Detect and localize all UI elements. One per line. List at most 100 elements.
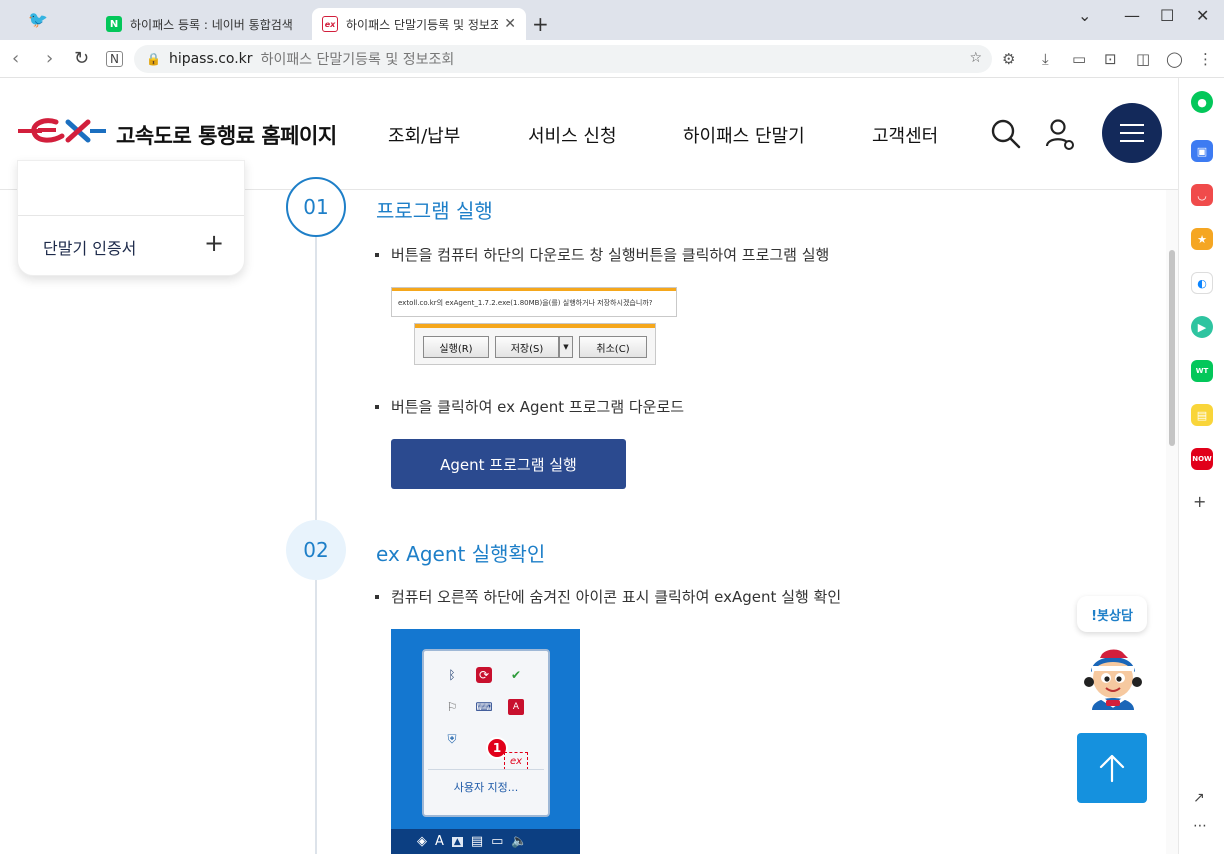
nav-inquiry-payment[interactable]: 조회/납부 (388, 122, 460, 148)
memo-icon[interactable]: ▤ (1191, 404, 1213, 426)
new-tab-icon[interactable]: + (532, 12, 549, 36)
dialog-run-button: 실행(R) (423, 336, 489, 358)
tab-naver-search[interactable]: N 하이패스 등록 : 네이버 통합검색 (96, 8, 308, 40)
download-prompt-text: extoll.co.kr의 exAgent_1.7.2.exe(1.80MB)을… (398, 299, 653, 307)
monitor-icon: ▭ (491, 834, 504, 849)
chatbot-mascot-icon[interactable] (1078, 644, 1148, 714)
address-bar[interactable]: 🔒 hipass.co.kr 하이패스 단말기등록 및 정보조회 ☆ (134, 45, 992, 73)
more-dots-icon[interactable]: ⋯ (1193, 818, 1207, 834)
browser-profile-icon[interactable]: 🐦 (28, 10, 48, 29)
dialog-dropdown-arrow-icon: ▼ (559, 336, 573, 358)
browser-side-panel: ● ▣ ◡ ★ ◐ ▶ WT ▤ NOW + ↗ ⋯ (1178, 78, 1224, 854)
naver-home-icon[interactable]: N (106, 51, 123, 67)
address-page-title: 하이패스 단말기등록 및 정보조회 (260, 52, 455, 68)
user-login-icon[interactable] (1044, 118, 1076, 152)
step-description-text: 버튼을 컴퓨터 하단의 다운로드 창 실행버튼을 클릭하여 프로그램 실행 (391, 246, 830, 264)
flag-icon: ⚐ (446, 700, 458, 714)
lock-icon[interactable]: 🔒 (146, 52, 161, 66)
tab-label: 하이패스 등록 : 네이버 통합검색 (130, 17, 293, 32)
naver-green-dot-icon[interactable]: ● (1191, 91, 1213, 113)
extensions-puzzle-icon[interactable]: ⚙ (1002, 50, 1015, 68)
font-icon: A (435, 834, 444, 849)
back-arrow-icon[interactable]: ‹ (12, 48, 19, 69)
naver-favicon-icon: N (106, 16, 122, 32)
show-hidden-icons-arrow-icon: ▲ (451, 836, 463, 847)
scroll-to-top-button[interactable] (1077, 733, 1147, 803)
pdf-icon: A (508, 699, 524, 715)
ex-agent-tray-icon: ex (504, 752, 528, 770)
scrollbar-thumb[interactable] (1169, 250, 1175, 446)
ex-favicon-icon: ex (322, 16, 338, 32)
app-red-icon: ⟳ (476, 667, 492, 683)
step-description-text: 컴퓨터 오른쪽 하단에 숨겨진 아이콘 표시 클릭하여 exAgent 실행 확… (391, 588, 842, 606)
download-dialog-image: extoll.co.kr의 exAgent_1.7.2.exe(1.80MB)을… (391, 287, 677, 365)
tray-separator (428, 769, 544, 770)
step-description: 버튼을 컴퓨터 하단의 다운로드 창 실행버튼을 클릭하여 프로그램 실행 (375, 244, 829, 265)
side-nav-divider (18, 215, 244, 216)
browser-tab-bar: 🐦 N 하이패스 등록 : 네이버 통합검색 ex 하이패스 단말기등록 및 정… (0, 0, 1224, 40)
bluetooth-icon: ᛒ (448, 668, 456, 682)
site-name[interactable]: 고속도로 통행료 홈페이지 (116, 120, 337, 150)
bookmark-star-icon[interactable]: ☆ (969, 50, 982, 66)
download-prompt-bar: extoll.co.kr의 exAgent_1.7.2.exe(1.80MB)을… (391, 287, 677, 317)
side-nav-card: 단말기 인증서 + (17, 160, 245, 276)
step-description: 컴퓨터 오른쪽 하단에 숨겨진 아이콘 표시 클릭하여 exAgent 실행 확… (375, 586, 841, 607)
step-title: 프로그램 실행 (376, 199, 493, 223)
tray-overflow-popup: ᛒ ⟳ ✔ ⚐ ⌨ A ⛨ 1 ex 사용자 지정... (422, 649, 550, 817)
video-icon[interactable]: ▭ (1072, 50, 1086, 68)
webtoon-icon[interactable]: WT (1191, 360, 1213, 382)
briefcase-icon[interactable]: ▣ (1191, 140, 1213, 162)
tab-search-chevron-down-icon[interactable]: ⌄ (1078, 6, 1091, 25)
more-menu-icon[interactable]: ⋮ (1198, 50, 1213, 68)
reload-icon[interactable]: ↻ (74, 48, 89, 69)
search-icon[interactable] (990, 118, 1022, 150)
dialog-save-button: 저장(S) (495, 336, 559, 358)
now-icon[interactable]: NOW (1191, 448, 1213, 470)
hamburger-menu-button[interactable] (1102, 103, 1162, 163)
step-description: 버튼을 클릭하여 ex Agent 프로그램 다운로드 (375, 396, 684, 417)
screenshot-icon[interactable]: ⊡ (1104, 50, 1117, 68)
tab-label: 하이패스 단말기등록 및 정보조회 (346, 17, 499, 32)
nav-hipass-terminal[interactable]: 하이패스 단말기 (683, 122, 805, 148)
step-number-circle: 02 (286, 520, 346, 580)
minimize-window-icon[interactable]: — (1124, 6, 1140, 25)
expand-plus-icon[interactable]: + (204, 229, 224, 257)
ex-logo-icon[interactable] (16, 116, 108, 146)
add-panel-plus-icon[interactable]: + (1193, 492, 1206, 511)
translate-icon[interactable]: ◐ (1191, 272, 1213, 294)
agent-program-run-button[interactable]: Agent 프로그램 실행 (391, 439, 626, 489)
pocket-icon[interactable]: ◡ (1191, 184, 1213, 206)
arrow-up-icon (1099, 754, 1125, 783)
network-icon: ◈ (417, 834, 427, 849)
step-number-circle: 01 (286, 177, 346, 237)
nav-service-application[interactable]: 서비스 신청 (528, 122, 617, 148)
close-window-icon[interactable]: ✕ (1196, 6, 1209, 25)
maximize-window-icon[interactable]: ☐ (1160, 6, 1174, 25)
play-icon[interactable]: ▶ (1191, 316, 1213, 338)
favorites-star-icon[interactable]: ★ (1191, 228, 1213, 250)
page-scrollbar[interactable] (1166, 190, 1178, 854)
check-shield-icon: ✔ (510, 668, 522, 682)
step-title: ex Agent 실행확인 (376, 542, 546, 566)
shield-icon: ⛨ (447, 731, 457, 746)
step-description-text: 버튼을 클릭하여 ex Agent 프로그램 다운로드 (391, 398, 685, 416)
taskbar: ◈ A ▲ ▤ ▭ 🔈 (391, 829, 580, 854)
speaker-icon: 🔈 (511, 834, 528, 849)
close-tab-icon[interactable]: ✕ (504, 16, 516, 32)
tab-hipass-registration[interactable]: ex 하이패스 단말기등록 및 정보조회 ✕ (312, 8, 526, 40)
open-external-icon[interactable]: ↗ (1193, 790, 1205, 806)
download-icon[interactable]: ⤓ (1042, 50, 1049, 68)
side-nav-item-certificate[interactable]: 단말기 인증서 (43, 235, 136, 259)
download-buttons-bar: 실행(R) 저장(S) ▼ 취소(C) (414, 323, 656, 365)
profile-icon[interactable]: ◯ (1166, 50, 1183, 68)
system-tray-image: ᛒ ⟳ ✔ ⚐ ⌨ A ⛨ 1 ex 사용자 지정... ◈ A ▲ ▤ ▭ 🔈 (391, 629, 580, 854)
keyboard-icon: ⌨ (475, 700, 493, 714)
device-icon: ▤ (470, 834, 484, 849)
chatbot-bubble[interactable]: !봇상담 (1077, 596, 1147, 632)
tray-customize-link: 사용자 지정... (453, 781, 519, 794)
address-host: hipass.co.kr (168, 51, 253, 67)
dialog-cancel-button: 취소(C) (579, 336, 647, 358)
nav-customer-center[interactable]: 고객센터 (872, 122, 938, 148)
forward-arrow-icon[interactable]: › (46, 48, 53, 69)
sidebar-toggle-icon[interactable]: ◫ (1136, 50, 1150, 68)
